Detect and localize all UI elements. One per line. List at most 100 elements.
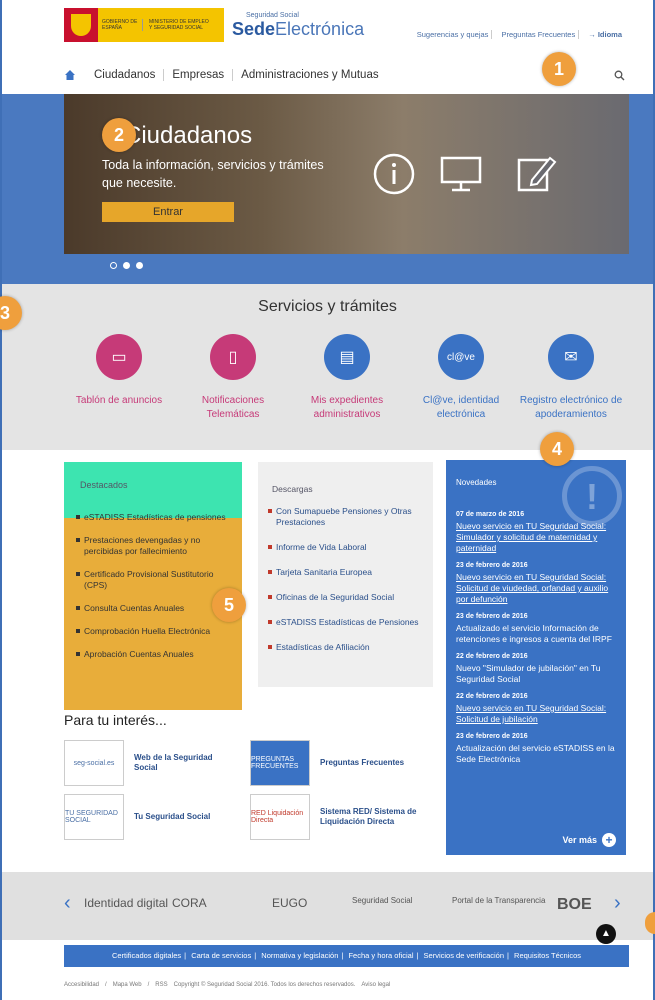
interest-label: Web de la Seguridad Social <box>134 753 213 772</box>
destacado-item[interactable]: Certificado Provisional Sustitutorio (CP… <box>76 569 236 591</box>
top-bar: GOBIERNO DE ESPAÑA MINISTERIO DE EMPLEO … <box>2 0 653 52</box>
nav-administraciones[interactable]: Administraciones y Mutuas <box>233 69 386 81</box>
nav-ciudadanos[interactable]: Ciudadanos <box>86 69 165 81</box>
descarga-item[interactable]: Informe de Vida Laboral <box>268 542 433 553</box>
interest-label: Preguntas Frecuentes <box>320 758 405 767</box>
copyright-text: Copyright © Seguridad Social 2016. Todos… <box>173 982 356 988</box>
services-section: Servicios y trámites ▭ Tablón de anuncio… <box>2 284 653 450</box>
interest-thumb: TU SEGURIDAD SOCIAL <box>64 794 124 840</box>
service-label: Cl@ve, identidad electrónica <box>422 395 500 420</box>
descarga-item[interactable]: Oficinas de la Seguridad Social <box>268 592 433 603</box>
footer-link[interactable]: Servicios de verificación <box>421 951 507 960</box>
partner-logos-bar: ‹ Identidad digital CORA EUGO Seguridad … <box>2 872 653 940</box>
descarga-item[interactable]: Estadísticas de Afiliación <box>268 642 433 653</box>
descargas-panel: Descargas Con Sumapuebe Pensiones y Otra… <box>258 462 433 687</box>
mail-icon: ✉ <box>548 334 594 380</box>
scroll-top-icon[interactable]: ▲ <box>596 924 616 944</box>
partner-logo[interactable]: BOE <box>557 896 592 914</box>
notification-icon: ▯ <box>210 334 256 380</box>
partner-logo[interactable]: Portal de la Transparencia <box>452 896 545 905</box>
nav-empresas[interactable]: Empresas <box>164 69 234 81</box>
main-nav: Ciudadanos Empresas Administraciones y M… <box>64 64 625 86</box>
info-icon[interactable] <box>372 152 416 196</box>
interest-thumb: RED Liquidación Directa <box>250 794 310 840</box>
government-logo[interactable]: GOBIERNO DE ESPAÑA MINISTERIO DE EMPLEO … <box>64 8 224 42</box>
service-registro[interactable]: ✉ Registro electrónico de apoderamientos <box>516 334 626 422</box>
service-clave[interactable]: cl@ve Cl@ve, identidad electrónica <box>406 334 516 422</box>
interest-title: Para tu interés... <box>64 712 167 728</box>
novedades-panel: ! Novedades 07 de marzo de 2016 Nuevo se… <box>446 460 626 855</box>
hero-title: Ciudadanos <box>124 122 253 149</box>
sede-bold: Sede <box>232 19 276 39</box>
service-expedientes[interactable]: ▤ Mis expedientes administrativos <box>292 334 402 422</box>
descarga-item[interactable]: Con Sumapuebe Pensiones y Otras Prestaci… <box>268 506 433 528</box>
plus-icon: + <box>602 833 616 847</box>
descargas-title: Descargas <box>272 484 313 494</box>
destacado-item[interactable]: Comprobación Huella Electrónica <box>76 626 236 637</box>
chevron-right-icon[interactable]: › <box>614 892 621 915</box>
news-link[interactable]: Nuevo "Simulador de jubilación" en Tu Se… <box>456 663 616 685</box>
clave-icon: cl@ve <box>438 334 484 380</box>
carousel-dot[interactable] <box>123 262 130 269</box>
footer-link[interactable]: Carta de servicios <box>188 951 254 960</box>
footer-links: Certificados digitales | Carta de servici… <box>64 945 629 967</box>
service-label: Notificaciones Telemáticas <box>201 395 265 420</box>
footer-link[interactable]: Normativa y legislación <box>258 951 341 960</box>
interest-item[interactable]: RED Liquidación Directa Sistema RED/ Sis… <box>250 792 420 842</box>
hero-enter-button[interactable]: Entrar <box>102 202 234 222</box>
news-link[interactable]: Nuevo servicio en TU Seguridad Social: S… <box>456 572 616 605</box>
footer-small-link[interactable]: Accesibilidad <box>64 982 99 988</box>
service-tablon[interactable]: ▭ Tablón de anuncios <box>64 334 174 408</box>
exclamation-icon: ! <box>562 466 622 526</box>
top-links: Sugerencias y quejas Preguntas Frecuente… <box>414 30 625 39</box>
footer-small-link[interactable]: Mapa Web <box>113 982 142 988</box>
edit-icon[interactable] <box>514 152 558 196</box>
partner-logo[interactable]: CORA <box>172 896 207 910</box>
interest-item[interactable]: PREGUNTAS FRECUENTES Preguntas Frecuente… <box>250 738 420 788</box>
document-icon: ▤ <box>324 334 370 380</box>
link-idioma[interactable]: → Idioma <box>585 30 625 39</box>
partner-logo[interactable]: Seguridad Social <box>352 896 412 905</box>
news-date: 22 de febrero de 2016 <box>456 693 528 700</box>
carousel-dot[interactable] <box>110 262 117 269</box>
interest-thumb: seg-social.es <box>64 740 124 786</box>
link-preguntas[interactable]: Preguntas Frecuentes <box>498 30 580 39</box>
partner-logo[interactable]: Identidad digital <box>84 896 168 910</box>
sede-logo[interactable]: Seguridad Social SedeElectrónica <box>232 12 364 40</box>
footer-small-link[interactable]: RSS <box>155 982 167 988</box>
service-label: Tablón de anuncios <box>75 395 163 406</box>
destacado-item[interactable]: Prestaciones devengadas y no percibidas … <box>76 535 236 557</box>
footer-small-link[interactable]: Aviso legal <box>361 982 390 988</box>
footer-link[interactable]: Certificados digitales <box>109 951 184 960</box>
interest-item[interactable]: seg-social.es Web de la Seguridad Social <box>64 738 234 788</box>
descarga-item[interactable]: eSTADISS Estadísticas de Pensiones <box>268 617 433 628</box>
services-title: Servicios y trámites <box>258 298 397 315</box>
home-icon[interactable] <box>64 69 76 81</box>
partner-logo[interactable]: EUGO <box>272 896 307 910</box>
hero-banner: Ciudadanos Toda la información, servicio… <box>64 94 629 254</box>
link-sugerencias[interactable]: Sugerencias y quejas <box>414 30 493 39</box>
destacado-item[interactable]: eSTADISS Estadísticas de pensiones <box>76 512 236 523</box>
annotation-badge: 4 <box>540 432 574 466</box>
carousel-dot[interactable] <box>136 262 143 269</box>
interest-item[interactable]: TU SEGURIDAD SOCIAL Tu Seguridad Social <box>64 792 234 842</box>
news-link[interactable]: Actualizado el servicio Información de r… <box>456 623 616 645</box>
destacados-title: Destacados <box>64 462 242 518</box>
descarga-item[interactable]: Tarjeta Sanitaria Europea <box>268 567 433 578</box>
monitor-icon[interactable] <box>439 152 483 196</box>
annotation-badge: 2 <box>102 118 136 152</box>
news-link[interactable]: Nuevo servicio en TU Seguridad Social: S… <box>456 703 616 725</box>
footer-bottom: Accesibilidad / Mapa Web / RSS Copyright ©… <box>64 982 391 988</box>
news-link[interactable]: Actualización del servicio eSTADISS en l… <box>456 743 616 765</box>
ver-mas-button[interactable]: Ver más + <box>562 833 616 847</box>
page-frame: GOBIERNO DE ESPAÑA MINISTERIO DE EMPLEO … <box>0 0 655 1000</box>
service-notificaciones[interactable]: ▯ Notificaciones Telemáticas <box>178 334 288 422</box>
footer-link[interactable]: Fecha y hora oficial <box>345 951 416 960</box>
news-date: 23 de febrero de 2016 <box>456 613 528 620</box>
destacado-item[interactable]: Aprobación Cuentas Anuales <box>76 649 236 660</box>
search-icon[interactable] <box>614 70 625 81</box>
footer-link[interactable]: Requisitos Técnicos <box>511 951 584 960</box>
chevron-left-icon[interactable]: ‹ <box>64 892 71 915</box>
interest-thumb: PREGUNTAS FRECUENTES <box>250 740 310 786</box>
coat-of-arms-icon <box>64 8 98 42</box>
